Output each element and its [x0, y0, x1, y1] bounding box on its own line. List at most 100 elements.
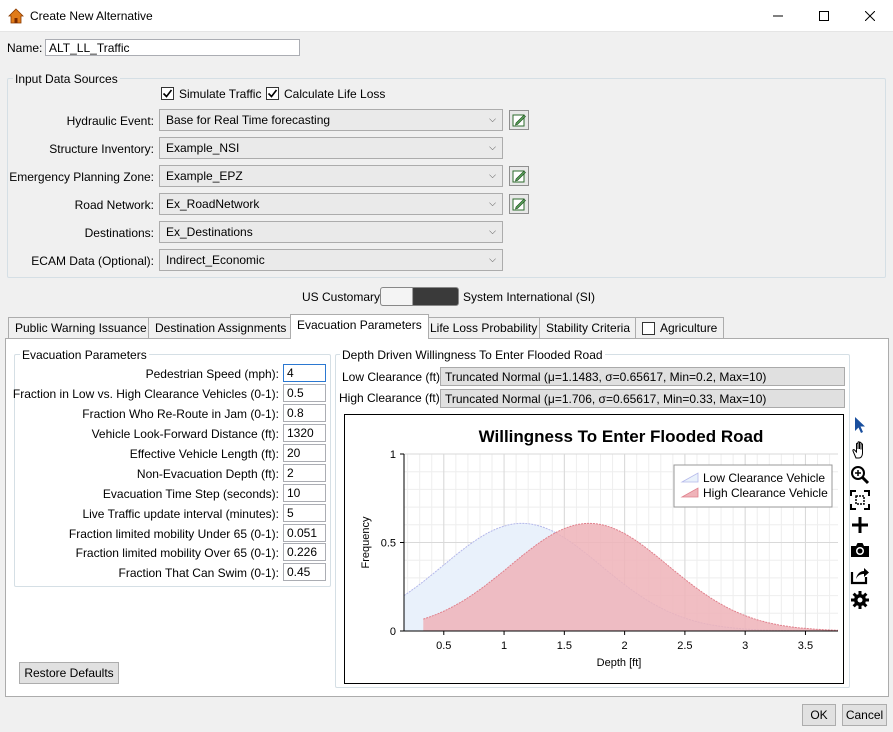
x-tick-label: 1: [501, 640, 507, 652]
fraction-reroute-input[interactable]: 0.8: [283, 404, 326, 422]
edit-pencil-icon: [512, 114, 526, 127]
camera-icon: [851, 543, 869, 557]
evacuation-time-step-input[interactable]: 10: [283, 484, 326, 502]
limited-mobility-under-65-label: Fraction limited mobility Under 65 (0-1)…: [68, 527, 279, 541]
edit-epz-button[interactable]: [509, 166, 529, 186]
edit-pencil-icon: [512, 170, 526, 183]
minimize-button[interactable]: [755, 0, 801, 32]
tab-agriculture-label: Agriculture: [660, 321, 718, 335]
x-tick-label: 2.5: [677, 640, 692, 652]
maximize-button[interactable]: [801, 0, 847, 32]
edit-hydraulic-event-button[interactable]: [509, 110, 529, 130]
add-crosshair-button[interactable]: [848, 514, 872, 536]
high-clearance-distribution[interactable]: Truncated Normal (μ=1.706, σ=0.65617, Mi…: [440, 389, 845, 408]
edit-pencil-icon: [512, 198, 526, 211]
live-traffic-interval-input[interactable]: 5: [283, 504, 326, 522]
y-tick-label: 0: [390, 626, 396, 638]
name-input[interactable]: [45, 39, 300, 56]
y-tick-label: 0.5: [381, 538, 396, 550]
road-network-label: Road Network:: [74, 198, 154, 212]
legend-label: High Clearance Vehicle: [703, 486, 828, 500]
export-button[interactable]: [848, 564, 872, 586]
x-tick-label: 3: [742, 640, 748, 652]
pedestrian-speed-label: Pedestrian Speed (mph):: [145, 367, 279, 381]
fraction-low-high-clearance-input[interactable]: 0.5: [283, 384, 326, 402]
tab-public-warning-issuance[interactable]: Public Warning Issuance: [8, 317, 154, 338]
snapshot-button[interactable]: [848, 539, 872, 561]
close-button[interactable]: [847, 0, 893, 32]
fraction-can-swim-input[interactable]: 0.45: [283, 563, 326, 581]
simulate-traffic-checkbox[interactable]: [161, 87, 174, 100]
zoom-tool-button[interactable]: [848, 464, 872, 486]
destinations-value: Ex_Destinations: [166, 225, 253, 239]
road-network-combo[interactable]: Ex_RoadNetwork ⌵: [159, 193, 503, 215]
vehicle-length-input[interactable]: 20: [283, 444, 326, 462]
pan-hand-icon: [852, 441, 863, 459]
fraction-reroute-label: Fraction Who Re-Route in Jam (0-1):: [82, 407, 279, 421]
emergency-planning-zone-combo[interactable]: Example_EPZ ⌵: [159, 165, 503, 187]
structure-inventory-value: Example_NSI: [166, 141, 240, 155]
input-data-sources-label: Input Data Sources: [13, 72, 120, 86]
agriculture-checkbox[interactable]: [642, 322, 655, 335]
zoom-extents-button[interactable]: [848, 489, 872, 511]
non-evacuation-depth-label: Non-Evacuation Depth (ft):: [136, 467, 279, 481]
settings-button[interactable]: [848, 589, 872, 611]
x-tick-label: 2: [622, 640, 628, 652]
window-title: Create New Alternative: [30, 9, 153, 23]
minimize-icon: [773, 15, 783, 17]
pan-tool-button[interactable]: [848, 439, 872, 461]
vehicle-length-label: Effective Vehicle Length (ft):: [129, 447, 279, 461]
hydraulic-event-value: Base for Real Time forecasting: [166, 113, 331, 127]
willingness-chart[interactable]: Willingness To Enter Flooded Road 0.5 1 1.5…: [345, 415, 843, 683]
look-forward-distance-input[interactable]: 1320: [283, 424, 326, 442]
evacuation-parameters-labels: Pedestrian Speed (mph): Fraction in Low …: [12, 364, 280, 584]
ecam-data-label: ECAM Data (Optional):: [31, 254, 154, 268]
limited-mobility-over-65-input[interactable]: 0.226: [283, 543, 326, 561]
non-evacuation-depth-input[interactable]: 2: [283, 464, 326, 482]
structure-inventory-combo[interactable]: Example_NSI ⌵: [159, 137, 503, 159]
tab-agriculture[interactable]: Agriculture: [635, 317, 725, 338]
hydraulic-event-combo[interactable]: Base for Real Time forecasting ⌵: [159, 109, 503, 131]
y-axis-label: Frequency: [360, 516, 372, 568]
restore-defaults-button[interactable]: Restore Defaults: [19, 662, 119, 684]
close-icon: [865, 11, 875, 21]
low-clearance-label: Low Clearance (ft):: [342, 370, 444, 384]
units-toggle-switch[interactable]: [380, 287, 459, 306]
ok-button[interactable]: OK: [802, 704, 836, 726]
limited-mobility-under-65-input[interactable]: 0.051: [283, 524, 326, 542]
fraction-low-high-clearance-label: Fraction in Low vs. High Clearance Vehic…: [12, 387, 279, 401]
fraction-can-swim-label: Fraction That Can Swim (0-1):: [118, 566, 280, 580]
chart-title: Willingness To Enter Flooded Road: [479, 427, 764, 446]
us-customary-label: US Customary: [302, 290, 381, 304]
tab-evacuation-parameters[interactable]: Evacuation Parameters: [290, 314, 429, 339]
y-tick-label: 1: [390, 449, 396, 461]
pointer-tool-button[interactable]: [848, 414, 872, 436]
calculate-life-loss-label: Calculate Life Loss: [284, 87, 386, 101]
emergency-planning-zone-label: Emergency Planning Zone:: [9, 170, 154, 184]
tab-stability-criteria[interactable]: Stability Criteria: [539, 317, 638, 338]
edit-road-network-button[interactable]: [509, 194, 529, 214]
tab-destination-assignments[interactable]: Destination Assignments: [148, 317, 294, 338]
pedestrian-speed-input[interactable]: 4: [283, 364, 326, 382]
calculate-life-loss-checkbox[interactable]: [266, 87, 279, 100]
low-clearance-distribution[interactable]: Truncated Normal (μ=1.1483, σ=0.65617, M…: [440, 367, 845, 386]
hydraulic-event-label: Hydraulic Event:: [66, 114, 154, 128]
settings-gear-icon: [851, 591, 869, 609]
emergency-planning-zone-value: Example_EPZ: [166, 169, 243, 183]
tab-life-loss-probability[interactable]: Life Loss Probability: [423, 317, 545, 338]
high-clearance-label: High Clearance (ft):: [339, 391, 444, 405]
ecam-data-combo[interactable]: Indirect_Economic ⌵: [159, 249, 503, 271]
checkmark-icon: [162, 89, 173, 98]
destinations-combo[interactable]: Ex_Destinations ⌵: [159, 221, 503, 243]
app-house-icon: [8, 8, 24, 24]
maximize-icon: [819, 11, 829, 21]
name-label: Name:: [7, 41, 43, 55]
ecam-data-value: Indirect_Economic: [166, 253, 265, 267]
simulate-traffic-label: Simulate Traffic: [179, 87, 262, 101]
chevron-down-icon: ⌵: [489, 198, 496, 208]
limited-mobility-over-65-label: Fraction limited mobility Over 65 (0-1):: [75, 546, 279, 560]
cancel-button[interactable]: Cancel: [842, 704, 887, 726]
export-icon: [850, 568, 869, 585]
evacuation-parameters-label: Evacuation Parameters: [20, 348, 149, 362]
pointer-icon: [855, 417, 865, 433]
